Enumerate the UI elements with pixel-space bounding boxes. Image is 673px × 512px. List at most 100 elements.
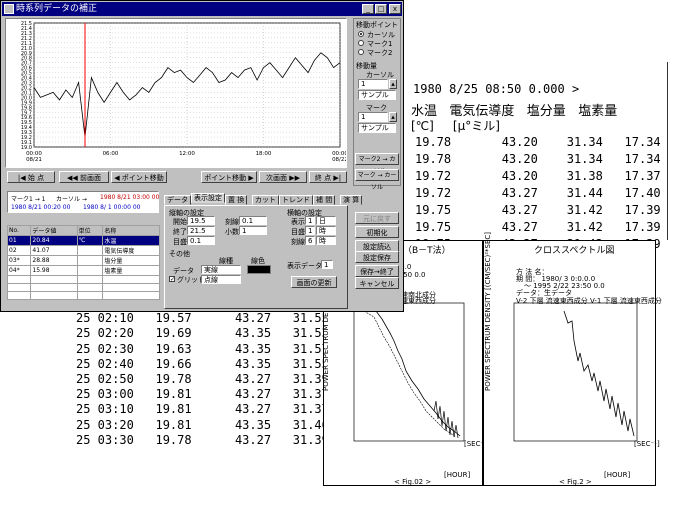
list-cell: 04*: [6, 265, 32, 276]
list-row-empty: [6, 291, 160, 300]
x-tick-label: 18:00: [256, 151, 272, 157]
list-cell: 28.88: [30, 255, 78, 266]
grid-line-select[interactable]: 点線: [201, 275, 241, 284]
data-line-select[interactable]: 実線: [201, 265, 241, 274]
init-button[interactable]: 初期化: [355, 226, 399, 238]
tab-1[interactable]: 表示設定: [191, 193, 225, 203]
list-row[interactable]: 02 41.07 電気伝導度: [6, 245, 160, 256]
list-cell: 20.84: [30, 235, 78, 246]
grid-checkbox[interactable]: ✓: [169, 276, 175, 283]
grid2-unit-select[interactable]: 時: [316, 236, 336, 245]
data-line-color-swatch[interactable]: [247, 265, 271, 274]
status-mark1: マーク1 → 1: [11, 196, 46, 203]
title-bar[interactable]: 時系列データの補正 _ □ x: [2, 2, 402, 16]
main-window: 時系列データの補正 _ □ x 21.5 21.4 21.3 21.2 21.1 21.0…: [0, 0, 404, 312]
list-row[interactable]: 01 20.84 ℃ 水温: [6, 235, 160, 246]
mark-amount-input[interactable]: 1: [358, 112, 388, 122]
list-cell: 水温: [102, 235, 160, 246]
radio-mark2[interactable]: [358, 49, 364, 55]
mark2-to-cursor-button[interactable]: マーク2 → カーソル: [355, 153, 399, 175]
spectrum-plot-2: [513, 302, 638, 442]
next-page-button[interactable]: 次画面 ▶▶: [259, 171, 307, 183]
list-header-cell[interactable]: 単位: [76, 225, 104, 236]
grid2-input[interactable]: 6: [305, 236, 315, 245]
start-input[interactable]: 19.5: [187, 216, 215, 225]
save-exit-button[interactable]: 保存→終了: [355, 265, 399, 277]
tab-2[interactable]: 置 換: [225, 195, 248, 205]
tab-3[interactable]: カット: [252, 195, 279, 205]
display-input[interactable]: 1: [305, 216, 315, 225]
status-cursor: カーソル →: [56, 196, 87, 203]
status-panel: マーク1 → 1 カーソル → 1980 8/21 03:00 00 1980 …: [7, 191, 159, 213]
status-mark1-time: 1980 8/21 00:20 00: [11, 204, 71, 211]
x-tick-label: 12:00: [179, 151, 195, 157]
printout-row: 19.75 43.27 31.42 17.39: [415, 203, 661, 217]
list-cell: [76, 265, 104, 276]
radio-cursor[interactable]: [358, 31, 364, 37]
scale-input[interactable]: 0.1: [239, 216, 267, 225]
start-button[interactable]: |◀ 始 点: [7, 171, 55, 183]
decimal-input[interactable]: 1: [239, 226, 267, 235]
mark-unit-select[interactable]: サンプル: [358, 123, 396, 133]
display-data-input[interactable]: 1: [321, 260, 333, 269]
tab-5[interactable]: 補 間: [313, 195, 336, 205]
data-list[interactable]: No. データ値 単位 名称 01 20.84 ℃ 水温 02 41.07 電気伝導度 03* 28.…: [6, 225, 160, 300]
list-header-cell[interactable]: No.: [6, 225, 32, 236]
list-cell: 塩分量: [102, 255, 160, 266]
decimal-label: 小数: [225, 228, 239, 236]
list-row[interactable]: 04* 15.98 塩素量: [6, 265, 160, 276]
tab-4[interactable]: トレンド: [279, 195, 313, 205]
end-input[interactable]: 21.5: [187, 226, 215, 235]
x-tick-label: 06:00: [103, 151, 119, 157]
list-header-cell[interactable]: 名称: [102, 225, 160, 236]
tab-0[interactable]: データ: [164, 195, 191, 205]
timeseries-chart[interactable]: 21.521.421.321.221.121.020.920.820.720.6…: [6, 19, 349, 167]
maximize-button[interactable]: □: [375, 4, 387, 14]
next-point-button[interactable]: ポイント移動 ▶: [201, 171, 257, 183]
mark-amount-stepper[interactable]: ▴: [389, 112, 397, 122]
cancel-button[interactable]: キャンセル: [355, 277, 399, 289]
save-settings-button[interactable]: 設定保存: [355, 251, 399, 263]
close-button[interactable]: x: [389, 4, 401, 14]
list-cell: ℃: [76, 235, 104, 246]
undo-button[interactable]: 元に戻す: [355, 212, 399, 224]
window-system-icon[interactable]: [4, 4, 14, 14]
list-cell: 02: [6, 245, 32, 256]
radio-mark1[interactable]: [358, 40, 364, 46]
end-button[interactable]: 終 点 ▶|: [309, 171, 347, 183]
cursor-amount-input[interactable]: 1: [358, 79, 388, 89]
ticks-input[interactable]: 1: [305, 226, 315, 235]
status-cursor-time: 1980 8/21 03:00 00: [100, 194, 160, 201]
minimize-button[interactable]: _: [362, 4, 374, 14]
mark-to-cursor-button[interactable]: マーク → カーソル: [355, 169, 399, 191]
cursor-amount-stepper[interactable]: ▴: [389, 79, 397, 89]
prev-page-button[interactable]: ◀◀ 前画面: [59, 171, 109, 183]
settings-panel: 縦軸の設定 開始 19.5 刻線 0.1 終了 21.5 小数 1 目盛 0.1…: [164, 205, 348, 309]
other-label: その他: [169, 250, 190, 258]
chart-panel: 21.5 21.4 21.3 21.2 21.1 21.0 20.9 20.8 20.7 20.6…: [5, 18, 349, 168]
list-header-cell[interactable]: データ値: [30, 225, 78, 236]
update-screen-button[interactable]: 画面の更新: [291, 276, 337, 288]
printout-row: 19.72 43.27 31.44 17.40: [415, 186, 661, 200]
printout-paper-bottom: 25 02:00 19.50 43.27 31.60 17.425 02:10 …: [64, 292, 379, 447]
scale-label: 刻線: [225, 218, 239, 226]
status-cursor-time2: 1980 8/ 1 00:00 00: [83, 204, 141, 211]
tab-6[interactable]: 演 算: [340, 195, 363, 205]
x-tick-label: 08/22: [332, 157, 346, 163]
printout-rows: 19.78 43.20 31.34 17.34 19.78 43.20 31.34…: [415, 134, 661, 253]
list-row[interactable]: 03* 28.88 塩分量: [6, 255, 160, 266]
printout-units: [℃] [μ°ミル]: [411, 119, 500, 133]
move-point-label: 移動ポイント: [356, 21, 398, 29]
printout-row: 19.75 43.27 31.42 17.39: [415, 220, 661, 234]
ticks-unit-select[interactable]: 時: [316, 226, 336, 235]
display-data-label: 表示データ: [287, 262, 322, 270]
grid2-label: 刻線: [291, 238, 305, 246]
display-unit-select[interactable]: 日: [316, 216, 336, 225]
window-title: 時系列データの補正: [16, 4, 98, 14]
cursor-unit-select[interactable]: サンプル: [358, 90, 396, 100]
grid-input[interactable]: 0.1: [187, 236, 215, 245]
x-tick-label: 08/21: [26, 157, 42, 163]
list-cell: 03*: [6, 255, 32, 266]
spectrum-window-2: クロススペクトル図 方 法 名： 期 間： 1980/ 3 0:0.0.0 〜 …: [483, 232, 662, 486]
prev-point-button[interactable]: ◀ ポイント移動: [111, 171, 167, 183]
